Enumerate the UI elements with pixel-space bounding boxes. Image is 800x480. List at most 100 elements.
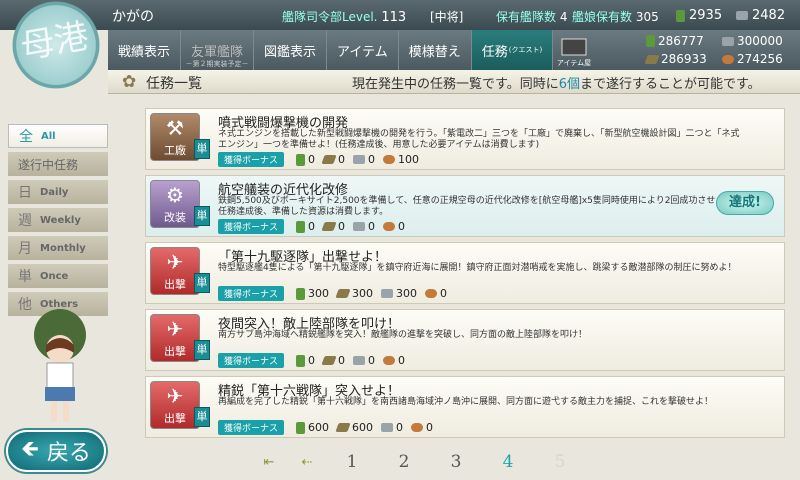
- quest-item[interactable]: ✈ 出撃 単 夜間突入！敵上陸部隊を叩け！ 南方サブ島沖海域へ精鋭艦隊を突入！敵艦…: [145, 309, 785, 371]
- back-button[interactable]: 🡸 戻る: [6, 430, 106, 472]
- bauxite-amount: 274256: [722, 52, 783, 66]
- quest-list: ⚒ 工廠 単 噴式戦闘爆撃機の開発 ネ式エンジンを搭載した新型戦闘爆撃機の開発を行…: [145, 108, 785, 443]
- bonus-label: 獲得ボーナス: [218, 152, 285, 167]
- tab-items[interactable]: アイテム: [327, 30, 399, 70]
- once-badge: 単: [194, 139, 210, 159]
- ammo-amount: 286933: [644, 52, 707, 66]
- item-shop-button[interactable]: アイテム屋: [557, 33, 591, 67]
- quest-rewards: 獲得ボーナス 300 300 300 0: [218, 286, 447, 301]
- page-5: 5: [554, 452, 566, 472]
- bauxite-icon: [425, 289, 438, 298]
- quest-description: 再編成を完了した精鋭「第十六戦隊」を南西諸島海域沖ノ島沖に展開、同方面に遊弋する…: [218, 397, 714, 407]
- bauxite-icon: [383, 155, 396, 164]
- page-3[interactable]: 3: [430, 452, 482, 472]
- filter-once[interactable]: 単 Once: [8, 264, 108, 288]
- bucket-icon: [676, 9, 685, 22]
- quest-item[interactable]: ⚒ 工廠 単 噴式戦闘爆撃機の開発 ネ式エンジンを搭載した新型戦闘爆撃機の開発を行…: [145, 108, 785, 170]
- category-sortie-icon: ✈ 出撃: [150, 247, 200, 295]
- fuel-icon: [296, 220, 306, 233]
- admiral-name: かがの: [112, 9, 154, 25]
- bauxite-icon: [383, 356, 396, 365]
- tab-quests[interactable]: 任務 (クエスト): [471, 30, 554, 70]
- quest-description: 鉄鋼5,500及びボーキサイト2,500を準備して、任意の正規空母の近代化改修を…: [218, 196, 741, 217]
- tab-encyclopedia[interactable]: 図鑑表示: [254, 30, 328, 70]
- category-sortie-icon: ✈ 出撃: [150, 314, 200, 362]
- bonus-label: 獲得ボーナス: [218, 286, 285, 301]
- shop-icon: アイテム屋: [557, 38, 591, 67]
- filter-all[interactable]: 全 All: [8, 124, 108, 148]
- once-badge: 単: [194, 407, 210, 427]
- quest-item[interactable]: ✈ 出撃 単 精鋭「第十六戦隊」突入せよ！ 再編成を完了した精鋭「第十六戦隊」を南…: [145, 376, 785, 438]
- ammo-icon: [335, 289, 351, 298]
- fuel-icon: [296, 421, 306, 434]
- steel-icon: [722, 36, 734, 46]
- prev-page-arrow-icon[interactable]: ⇠: [288, 455, 326, 470]
- steel-icon: [353, 356, 366, 365]
- ammo-icon: [644, 54, 660, 64]
- svg-text:アイテム屋: アイテム屋: [557, 59, 591, 67]
- bonus-label: 獲得ボーナス: [218, 219, 285, 234]
- ammo-icon: [321, 356, 337, 365]
- steel-icon: [381, 289, 394, 298]
- bonus-label: 獲得ボーナス: [218, 420, 285, 435]
- quest-item[interactable]: ⚙ 改装 単 航空艤装の近代化改修 鉄鋼5,500及びボーキサイト2,500を準備…: [145, 175, 785, 237]
- page-2[interactable]: 2: [378, 452, 430, 472]
- quest-info: 現在発生中の任務一覧です。同時に6個まで遂行することが可能です。: [352, 77, 761, 92]
- filter-active[interactable]: 遂行中任務: [8, 152, 108, 176]
- fleet-count: 保有艦隊数 4: [496, 10, 568, 24]
- completed-badge[interactable]: 達成!: [716, 191, 774, 215]
- quest-item[interactable]: ✈ 出撃 単 「第十九駆逐隊」出撃せよ！ 特型駆逐艦4隻による「第十九駆逐隊」を鎮…: [145, 242, 785, 304]
- ammo-icon: [321, 155, 337, 164]
- top-status-bar: かがの 艦隊司令部Level. 113 [中将] 保有艦隊数 4 艦娘保有数 3…: [0, 0, 800, 30]
- category-factory-icon: ⚒ 工廠: [150, 113, 200, 161]
- tab-friend-fleet[interactable]: 友軍艦隊 －第２期実装予定－: [181, 30, 255, 70]
- bauxite-icon: [383, 222, 396, 231]
- page-title: 任務一覧: [146, 76, 202, 92]
- fuel-icon: [646, 35, 655, 47]
- filter-monthly[interactable]: 月 Monthly: [8, 236, 108, 260]
- fuel-amount: 286777: [646, 34, 704, 48]
- filter-weekly[interactable]: 週 Weekly: [8, 208, 108, 232]
- bauxite-icon: [411, 423, 424, 432]
- devmat-count: 2482: [736, 8, 785, 23]
- bucket-count: 2935: [676, 8, 722, 23]
- filter-daily[interactable]: 日 Daily: [8, 180, 108, 204]
- tab-records[interactable]: 戦績表示: [108, 30, 182, 70]
- steel-icon: [353, 222, 366, 231]
- tab-furniture[interactable]: 模様替え: [399, 30, 472, 70]
- steel-icon: [381, 423, 394, 432]
- hq-level: 艦隊司令部Level. 113: [282, 10, 407, 25]
- main-nav: 戦績表示 友軍艦隊 －第２期実装予定－ 図鑑表示 アイテム 模様替え 任務 (クエス…: [108, 30, 800, 70]
- devmat-icon: [736, 11, 748, 20]
- bonus-label: 獲得ボーナス: [218, 353, 285, 368]
- fuel-icon: [296, 354, 306, 367]
- quest-header: ✿ 任務一覧 現在発生中の任務一覧です。同時に6個まで遂行することが可能です。: [108, 70, 800, 94]
- page-1[interactable]: 1: [326, 452, 378, 472]
- steel-amount: 300000: [722, 34, 783, 48]
- quest-description: ネ式エンジンを搭載した新型戦闘爆撃機の開発を行う。「紫電改二」三つを「工廠」で廃…: [218, 129, 740, 150]
- fuel-icon: [296, 153, 306, 166]
- quest-description: 南方サブ島沖海域へ精鋭艦隊を突入！敵艦隊の進撃を突破し、同方面の敵上陸部隊を叩け…: [218, 330, 588, 340]
- category-sortie-icon: ✈ 出撃: [150, 381, 200, 429]
- quest-rewards: 獲得ボーナス 0 0 0 100: [218, 152, 419, 167]
- quest-description: 特型駆逐艦4隻による「第十九駆逐隊」を鎮守府近海に展開！鎮守府正面対潜哨戒を実施…: [218, 263, 737, 273]
- category-modernize-icon: ⚙ 改装: [150, 180, 200, 228]
- pagination: ⇤ ⇠ 1 2 3 4 5: [250, 452, 586, 472]
- quest-rewards: 獲得ボーナス 0 0 0 0: [218, 219, 405, 234]
- back-arrow-icon: 🡸: [21, 437, 39, 462]
- quest-filter: 全 All 遂行中任務 日 Daily 週 Weekly 月 Monthly 単 Once…: [8, 124, 108, 320]
- quest-rewards: 獲得ボーナス 0 0 0 0: [218, 353, 405, 368]
- ship-count: 艦娘保有数 305: [572, 10, 659, 24]
- rank: [中将]: [430, 10, 464, 24]
- once-badge: 単: [194, 340, 210, 360]
- steel-icon: [353, 155, 366, 164]
- character-sprite: [15, 305, 105, 425]
- gear-icon: ✿: [122, 72, 137, 92]
- first-page-arrow-icon[interactable]: ⇤: [250, 455, 288, 470]
- home-port-emblem[interactable]: 母港: [0, 0, 112, 90]
- page-4[interactable]: 4: [482, 452, 534, 472]
- once-badge: 単: [194, 273, 210, 293]
- quest-rewards: 獲得ボーナス 600 600 0 0: [218, 420, 433, 435]
- ammo-icon: [335, 423, 351, 432]
- fuel-icon: [296, 287, 306, 300]
